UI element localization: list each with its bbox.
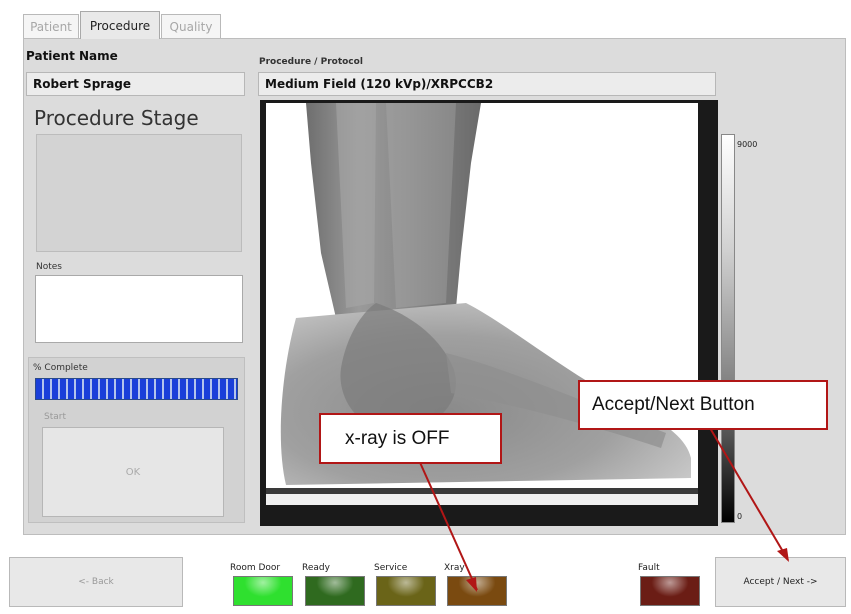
accept-callout-arrow-line: [709, 427, 789, 561]
xray-off-callout: x-ray is OFF: [319, 413, 502, 464]
procedure-screen: Patient Procedure Quality Patient Name R…: [0, 0, 851, 614]
accept-next-callout: Accept/Next Button: [578, 380, 828, 430]
xray-callout-arrowhead: [466, 577, 477, 592]
annotation-arrows: [417, 427, 789, 592]
xray-callout-arrow-line: [417, 457, 478, 591]
tab-procedure[interactable]: Procedure: [80, 11, 160, 39]
accept-callout-arrowhead: [777, 548, 789, 562]
